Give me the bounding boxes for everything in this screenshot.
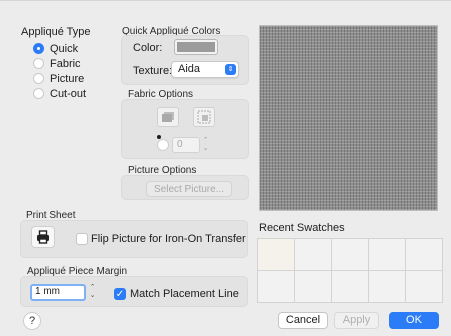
angle-input[interactable]: 0 (172, 137, 200, 153)
radio-cutout-label: Cut-out (50, 87, 87, 100)
recent-swatch[interactable] (258, 271, 294, 302)
ok-button[interactable]: OK (389, 312, 439, 329)
match-placement-label: Match Placement Line (130, 288, 239, 300)
recent-swatch[interactable] (406, 271, 442, 302)
apply-button[interactable]: Apply (334, 312, 379, 329)
recent-swatch[interactable] (258, 239, 294, 270)
printer-icon (37, 230, 49, 244)
cancel-button[interactable]: Cancel (278, 312, 328, 329)
texture-select[interactable]: Aida ⇕ (171, 61, 239, 78)
texture-preview (259, 25, 438, 211)
fabric-grid-icon (197, 110, 211, 124)
flip-picture-label: Flip Picture for Iron-On Transfer (91, 233, 246, 245)
recent-swatch[interactable] (332, 239, 368, 270)
applique-type-radio-group: Quick Fabric Picture Cut-out (33, 41, 86, 101)
applique-type-title: Appliqué Type (21, 26, 91, 38)
radio-picture-indicator[interactable] (33, 73, 44, 84)
recent-swatch[interactable] (406, 239, 442, 270)
radio-picture-label: Picture (50, 72, 85, 85)
radio-fabric-label: Fabric (50, 57, 81, 70)
texture-label: Texture: (133, 65, 173, 77)
help-button[interactable]: ? (23, 312, 41, 330)
match-placement-checkbox[interactable]: ✓ (114, 288, 126, 300)
radio-fabric[interactable]: Fabric (33, 56, 86, 71)
print-button[interactable] (31, 226, 55, 248)
texture-select-value: Aida (178, 63, 201, 75)
radio-fabric-indicator[interactable] (33, 58, 44, 69)
window-top-border (0, 0, 451, 1)
recent-swatches-grid (257, 238, 443, 303)
radio-quick-indicator[interactable] (33, 43, 44, 54)
flip-picture-checkbox[interactable] (76, 233, 88, 245)
radio-cutout-indicator[interactable] (33, 88, 44, 99)
radio-picture[interactable]: Picture (33, 71, 86, 86)
angle-dial[interactable] (157, 139, 169, 151)
chevron-updown-icon: ⇕ (225, 64, 236, 75)
radio-quick-label: Quick (50, 42, 79, 55)
recent-swatch[interactable] (295, 271, 331, 302)
recent-swatch[interactable] (369, 271, 405, 302)
recent-swatch[interactable] (369, 239, 405, 270)
radio-cutout[interactable]: Cut-out (33, 86, 86, 101)
fabric-stack-icon-button[interactable] (157, 107, 179, 127)
recent-swatch[interactable] (295, 239, 331, 270)
recent-swatches-title: Recent Swatches (259, 222, 345, 234)
recent-swatch[interactable] (332, 271, 368, 302)
angle-stepper[interactable]: ⌃ ⌄ (201, 137, 210, 153)
margin-input[interactable]: 1 mm (30, 284, 86, 301)
color-label: Color: (133, 42, 163, 54)
radio-quick[interactable]: Quick (33, 41, 86, 56)
color-well[interactable] (175, 40, 217, 54)
margin-stepper[interactable]: ⌃ ⌄ (88, 284, 97, 300)
select-picture-button[interactable]: Select Picture... (146, 181, 232, 197)
fabric-stack-icon (162, 112, 174, 122)
fabric-grid-icon-button[interactable] (193, 107, 215, 127)
